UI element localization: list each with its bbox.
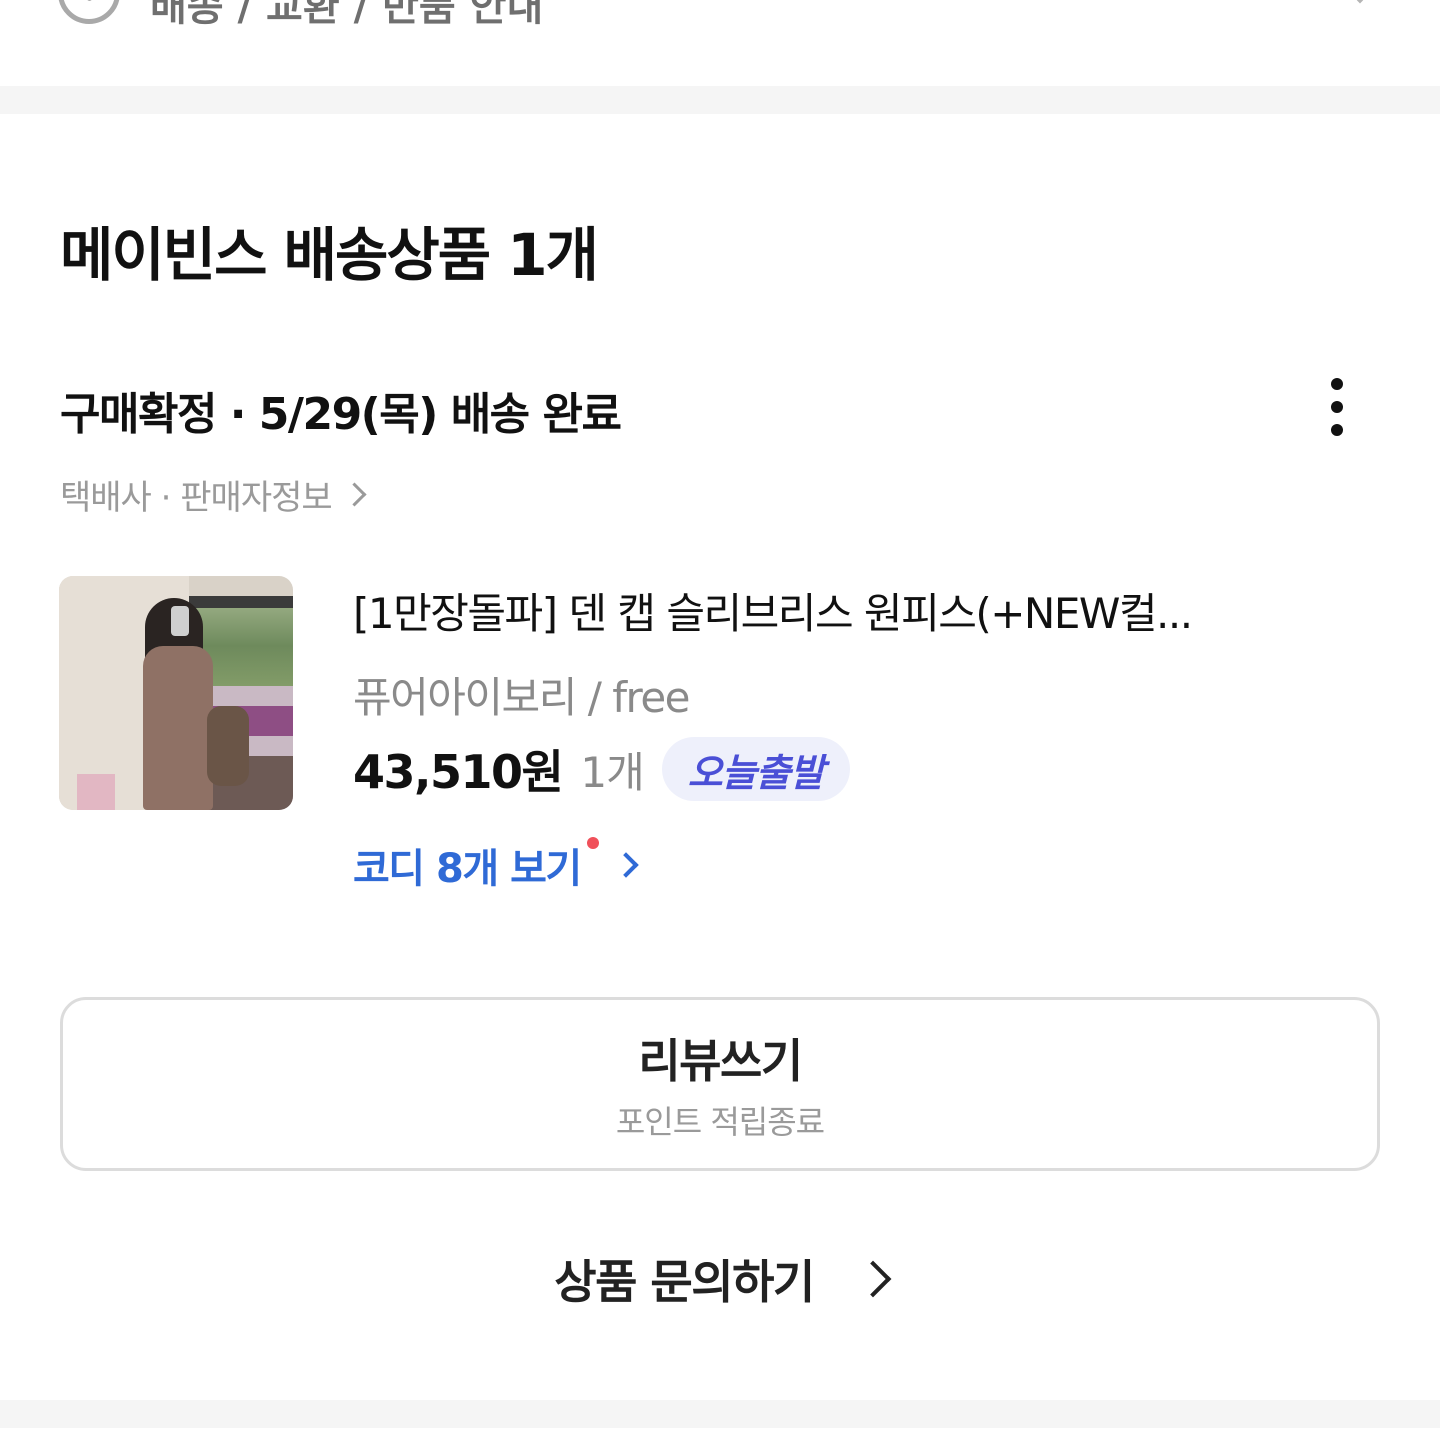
same-day-shipping-badge: 오늘출발 [661,737,850,801]
write-review-button[interactable]: 리뷰쓰기 포인트 적립종료 [60,997,1380,1171]
section-title: 메이빈스 배송상품 1개 [60,221,599,289]
view-codi-link[interactable]: 코디 8개 보기 [353,836,639,894]
more-vertical-icon [1331,378,1343,390]
chevron-right-icon [854,1260,892,1298]
order-detail-page: 배송 / 교환 / 반품 안내 메이빈스 배송상품 1개 구매확정 · 5/29… [0,0,1440,1440]
price-row: 43,510원 1개 오늘출발 [353,736,850,802]
section-divider [0,1400,1440,1428]
section-divider [0,86,1440,114]
more-options-button[interactable] [1312,372,1362,442]
view-codi-label: 코디 8개 보기 [353,846,582,892]
write-review-label: 리뷰쓰기 [638,1034,803,1088]
more-vertical-icon-dot [1331,424,1343,436]
review-point-status: 포인트 적립종료 [615,1103,825,1141]
product-quantity: 1개 [580,747,644,797]
shipping-return-info-label: 배송 / 교환 / 반품 안내 [150,0,544,30]
thumb-box [77,774,115,810]
product-price: 43,510원 [353,745,564,799]
info-circle-icon [58,0,120,24]
new-dot-indicator [586,837,599,849]
product-name[interactable]: [1만장돌파] 덴 캡 슬리브리스 원피스(+NEW컬... [353,580,1193,641]
product-option: 퓨어아이보리 / free [353,673,691,722]
order-status: 구매확정 · 5/29(목) 배송 완료 [60,389,622,440]
thumb-dress [143,646,213,810]
thumb-phone [171,606,189,636]
product-thumbnail[interactable] [59,576,293,810]
shipping-return-info-row[interactable]: 배송 / 교환 / 반품 안내 [0,0,1440,86]
thumb-bag [207,706,249,786]
chevron-right-icon [612,852,639,878]
product-inquiry-label: 상품 문의하기 [554,1255,815,1309]
chevron-right-icon [342,482,367,507]
more-vertical-icon-dot [1331,401,1343,413]
chevron-down-icon [1348,0,1372,4]
seller-info-label: 택배사 · 판매자정보 [60,478,333,518]
seller-info-link[interactable]: 택배사 · 판매자정보 [60,470,367,519]
product-inquiry-link[interactable]: 상품 문의하기 [0,1246,1440,1312]
